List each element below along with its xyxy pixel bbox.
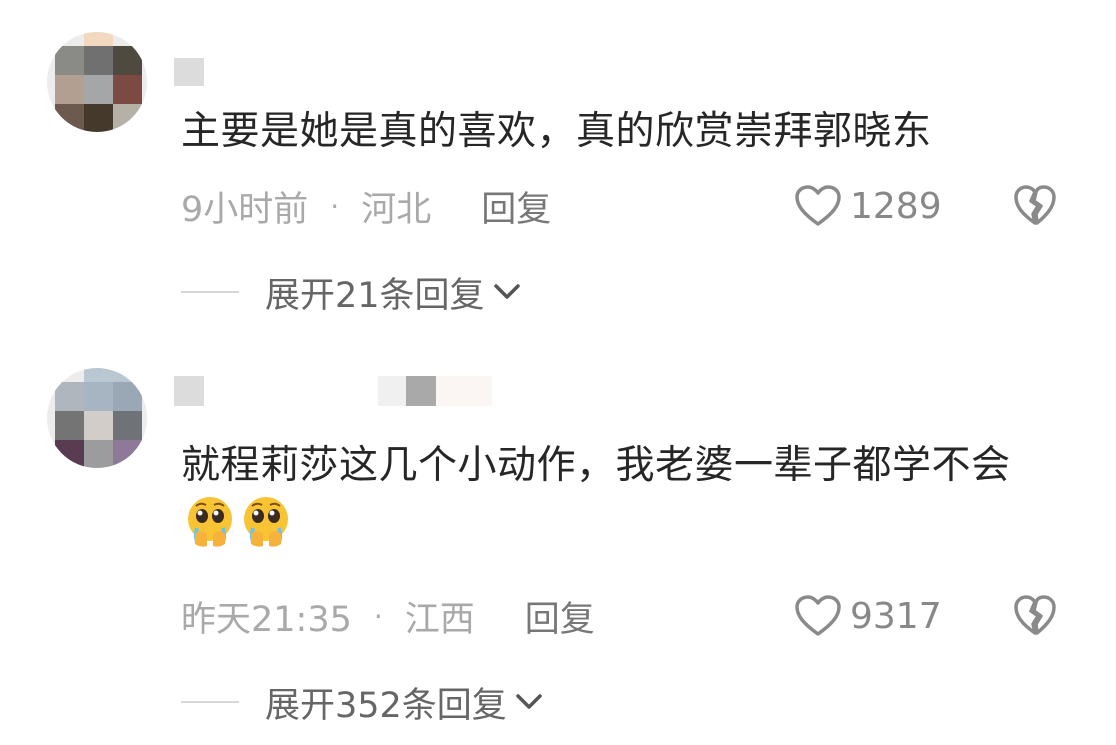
avatar[interactable] — [47, 368, 147, 468]
chevron-down-icon — [516, 694, 542, 709]
broken-heart-icon — [1014, 185, 1056, 225]
username-redacted[interactable] — [174, 376, 204, 406]
expand-replies-label: 展开352条回复 — [265, 685, 507, 726]
chevron-down-icon — [493, 284, 520, 299]
heart-outline-icon — [795, 185, 841, 226]
comment-item: 就程莉莎这几个小动作，我老婆一辈子都学不会 昨天21:35 · 江西 回复 93… — [0, 330, 1116, 745]
comment-meta: 9小时前 · 河北 回复 — [181, 181, 551, 231]
comment-text-content: 就程莉莎这几个小动作，我老婆一辈子都学不会 — [181, 443, 1011, 488]
like-count: 9317 — [850, 595, 942, 637]
location: 江西 — [404, 599, 475, 640]
avatar[interactable] — [47, 32, 147, 132]
like-button[interactable]: 9317 — [794, 591, 942, 641]
expand-replies-button[interactable]: 展开352条回复 — [181, 677, 543, 727]
meta-separator: · — [373, 599, 383, 633]
divider-line — [181, 701, 239, 703]
like-count: 1289 — [850, 185, 942, 227]
broken-heart-icon — [1014, 595, 1056, 635]
comment-text: 主要是她是真的喜欢，真的欣赏崇拜郭晓东 — [181, 109, 932, 154]
pleading-face-emoji — [188, 497, 232, 547]
location: 河北 — [361, 189, 432, 230]
divider-line — [181, 291, 239, 293]
user-badge-redacted — [436, 376, 492, 406]
timestamp: 9小时前 — [181, 189, 309, 230]
comment-meta: 昨天21:35 · 江西 回复 — [181, 591, 595, 641]
user-badge-redacted — [378, 376, 406, 406]
dislike-button[interactable] — [1013, 183, 1057, 227]
like-button[interactable]: 1289 — [794, 181, 942, 231]
user-badge-redacted — [406, 376, 436, 406]
dislike-button[interactable] — [1013, 593, 1057, 637]
comment-text: 就程莉莎这几个小动作，我老婆一辈子都学不会 — [181, 438, 1061, 554]
username-redacted[interactable] — [174, 58, 204, 86]
reply-button[interactable]: 回复 — [481, 181, 551, 232]
timestamp: 昨天21:35 — [181, 599, 352, 640]
pleading-face-emoji — [244, 497, 288, 547]
expand-replies-button[interactable]: 展开21条回复 — [181, 267, 521, 317]
reply-button[interactable]: 回复 — [525, 591, 595, 642]
comment-item: 主要是她是真的喜欢，真的欣赏崇拜郭晓东 9小时前 · 河北 回复 1289 展开… — [0, 0, 1116, 330]
heart-outline-icon — [795, 595, 841, 636]
meta-separator: · — [330, 189, 340, 223]
expand-replies-label: 展开21条回复 — [265, 275, 485, 316]
